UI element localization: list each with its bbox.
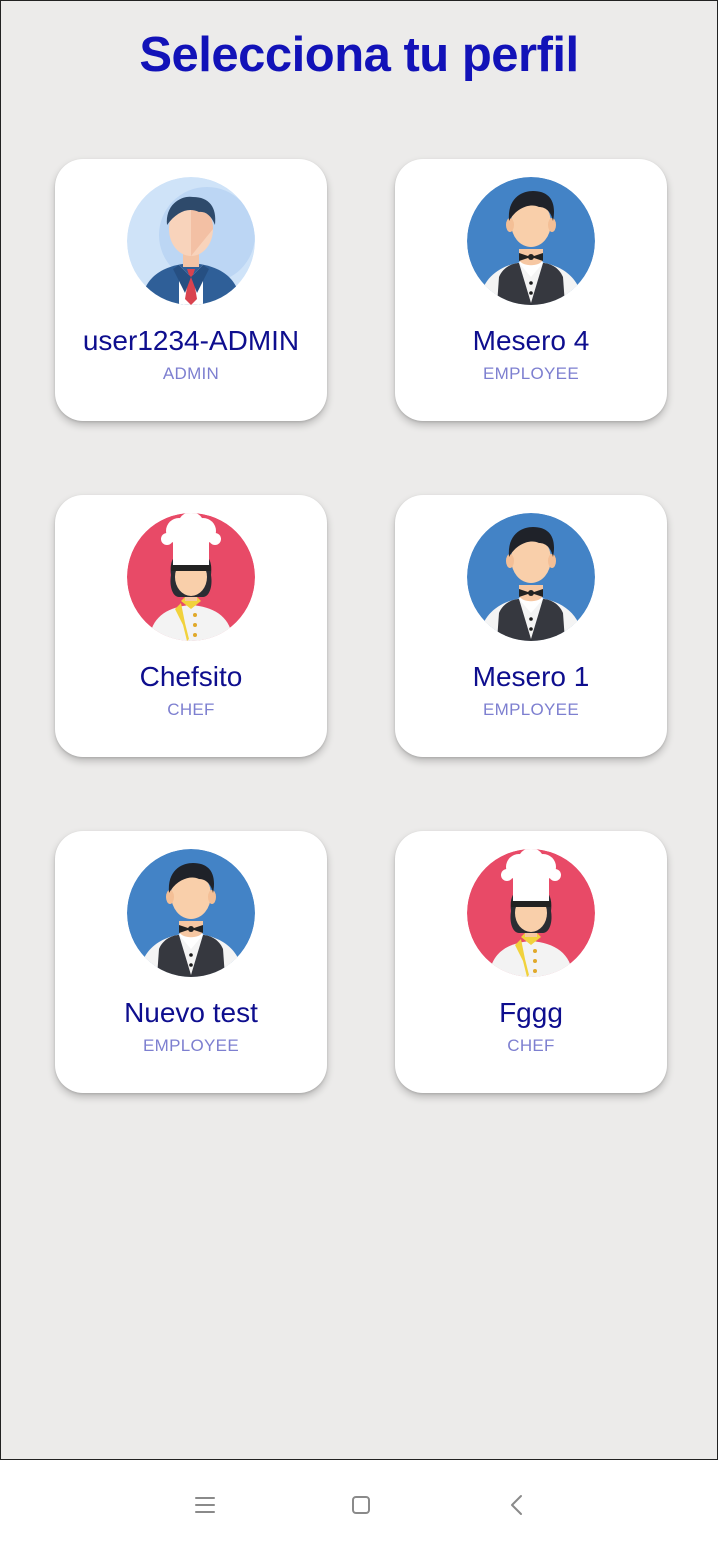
waiter-avatar-icon: [467, 177, 595, 305]
profile-name: Mesero 1: [472, 661, 590, 692]
menu-icon[interactable]: [189, 1489, 221, 1521]
profile-role: ADMIN: [162, 364, 220, 383]
profile-card-chefsito[interactable]: Chefsito CHEF: [55, 495, 327, 757]
profile-name: Nuevo test: [124, 997, 258, 1028]
profile-name: Mesero 4: [472, 325, 590, 356]
system-navigation-bar: [0, 1461, 720, 1548]
profile-card-mesero-4[interactable]: Mesero 4 EMPLOYEE: [395, 159, 667, 421]
waiter-avatar-icon: [127, 849, 255, 977]
back-chevron-icon[interactable]: [501, 1489, 533, 1521]
waiter-avatar-icon: [467, 513, 595, 641]
chef-avatar-icon: [127, 513, 255, 641]
profile-role: EMPLOYEE: [483, 364, 579, 383]
profile-role: EMPLOYEE: [483, 700, 579, 719]
profile-role: EMPLOYEE: [143, 1036, 239, 1055]
profile-card-fggg[interactable]: Fggg CHEF: [395, 831, 667, 1093]
app-screen: Selecciona tu perfil user1234-ADMIN ADMI…: [0, 0, 718, 1460]
page-title: Selecciona tu perfil: [139, 28, 579, 82]
home-square-icon[interactable]: [345, 1489, 377, 1521]
profile-role: CHEF: [167, 700, 215, 719]
admin-avatar-icon: [127, 177, 255, 305]
profile-card-nuevo-test[interactable]: Nuevo test EMPLOYEE: [55, 831, 327, 1093]
profile-name: user1234-ADMIN: [82, 325, 300, 356]
chef-avatar-icon: [467, 849, 595, 977]
profile-card-mesero-1[interactable]: Mesero 1 EMPLOYEE: [395, 495, 667, 757]
profile-role: CHEF: [507, 1036, 555, 1055]
profile-name: Chefsito: [139, 661, 243, 692]
profile-card-user1234-admin[interactable]: user1234-ADMIN ADMIN: [55, 159, 327, 421]
profile-name: Fggg: [499, 997, 563, 1028]
